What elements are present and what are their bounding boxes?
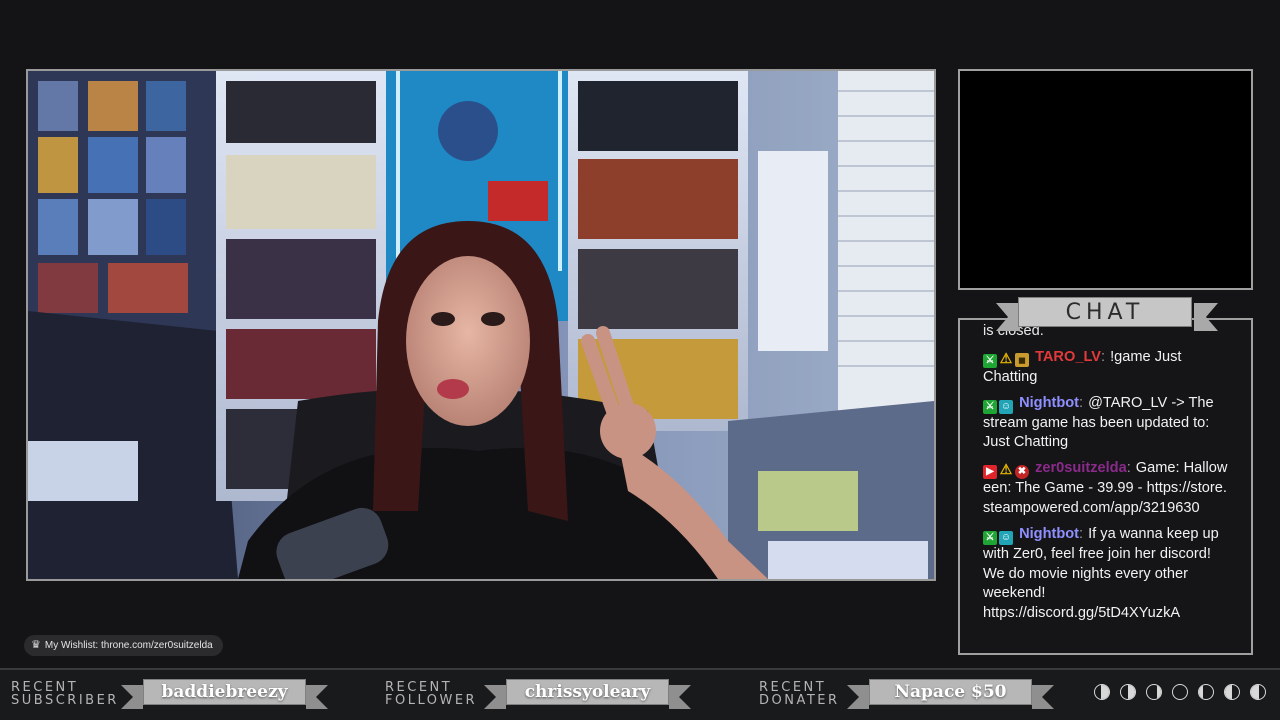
chat-username[interactable]: zer0suitzelda: [1035, 460, 1127, 476]
ribbon-tail-left: [996, 303, 1020, 331]
recent-subscriber: RECENT SUBSCRIBER baddiebreezy: [11, 679, 333, 714]
mod-icon: ⚔: [983, 353, 997, 368]
ribbon-tail-right: [1194, 303, 1218, 331]
chat-header: CHAT: [996, 297, 1218, 335]
warning-icon: ⚠: [999, 349, 1013, 366]
ribbon-tail-left: [484, 685, 506, 709]
mod-icon: ⚔: [983, 399, 997, 414]
wishlist-text: My Wishlist: throne.com/zer0suitzelda: [44, 640, 213, 651]
recent-subscriber-label: RECENT SUBSCRIBER: [11, 680, 119, 708]
warning-icon: ⚠: [999, 461, 1013, 478]
wishlist-pill[interactable]: ♛ My Wishlist: throne.com/zer0suitzelda: [24, 635, 223, 656]
bot-icon: ☺: [999, 530, 1013, 545]
ribbon-tail-left: [847, 685, 869, 709]
waxing-gibbous-icon: [1146, 684, 1162, 700]
last-quarter-icon: [1224, 684, 1240, 700]
ribbon-tail-right: [1032, 685, 1054, 709]
chat-message: ▶ ⚠ ✖ zer0suitzelda: Game: Halloween: The G…: [983, 460, 1228, 516]
recent-donater: RECENT DONATER Napace $50: [759, 679, 1059, 714]
waxing-crescent-icon: [1094, 684, 1110, 700]
chat-message: ⚔ ⚠ ◼ TARO_LV: !game Just Chatting: [983, 348, 1182, 385]
recent-follower-name: chrissyoleary: [506, 679, 669, 705]
video-placeholder: [958, 69, 1253, 290]
mod-icon: ⚔: [983, 530, 997, 545]
chat-username[interactable]: Nightbot: [1019, 395, 1079, 411]
recent-follower-label: RECENT FOLLOWER: [385, 680, 478, 708]
broadcaster-icon: ▶: [983, 465, 997, 480]
recent-donater-label: RECENT DONATER: [759, 680, 840, 708]
webcam-feed: [26, 69, 936, 581]
skull-icon: ✖: [1015, 465, 1029, 480]
chat-username[interactable]: TARO_LV: [1035, 349, 1101, 365]
recent-events-bar: RECENT SUBSCRIBER baddiebreezy RECENT FOLL…: [0, 668, 1280, 720]
first-quarter-icon: [1120, 684, 1136, 700]
crown-icon: ♛: [31, 639, 41, 651]
recent-subscriber-name: baddiebreezy: [143, 679, 306, 705]
ribbon-tail-left: [121, 685, 143, 709]
full-moon-icon: [1172, 684, 1188, 700]
chat-message-list: is closed. ⚔ ⚠ ◼ TARO_LV: !game Just Chatti…: [983, 323, 1231, 624]
chat-text: @TARO_LV -> The stream game has been upd…: [983, 394, 1214, 451]
waning-crescent-icon: [1250, 684, 1266, 700]
ribbon-tail-right: [669, 685, 691, 709]
bot-icon: ☺: [999, 399, 1013, 414]
chat-title: CHAT: [1018, 297, 1192, 327]
recent-donater-name: Napace $50: [869, 679, 1032, 705]
rank-icon: ◼: [1015, 352, 1029, 367]
chat-username[interactable]: Nightbot: [1019, 526, 1079, 542]
ribbon-tail-right: [306, 685, 328, 709]
chat-message: ⚔ ☺ Nightbot: If ya wanna keep up with Zer…: [983, 525, 1219, 622]
recent-follower: RECENT FOLLOWER chrissyoleary: [385, 679, 695, 714]
webcam-scene: [28, 71, 934, 579]
chat-message: ⚔ ☺ Nightbot: @TARO_LV -> The stream game …: [983, 394, 1214, 451]
waning-gibbous-icon: [1198, 684, 1214, 700]
chat-panel[interactable]: is closed. ⚔ ⚠ ◼ TARO_LV: !game Just Chatti…: [958, 318, 1253, 655]
